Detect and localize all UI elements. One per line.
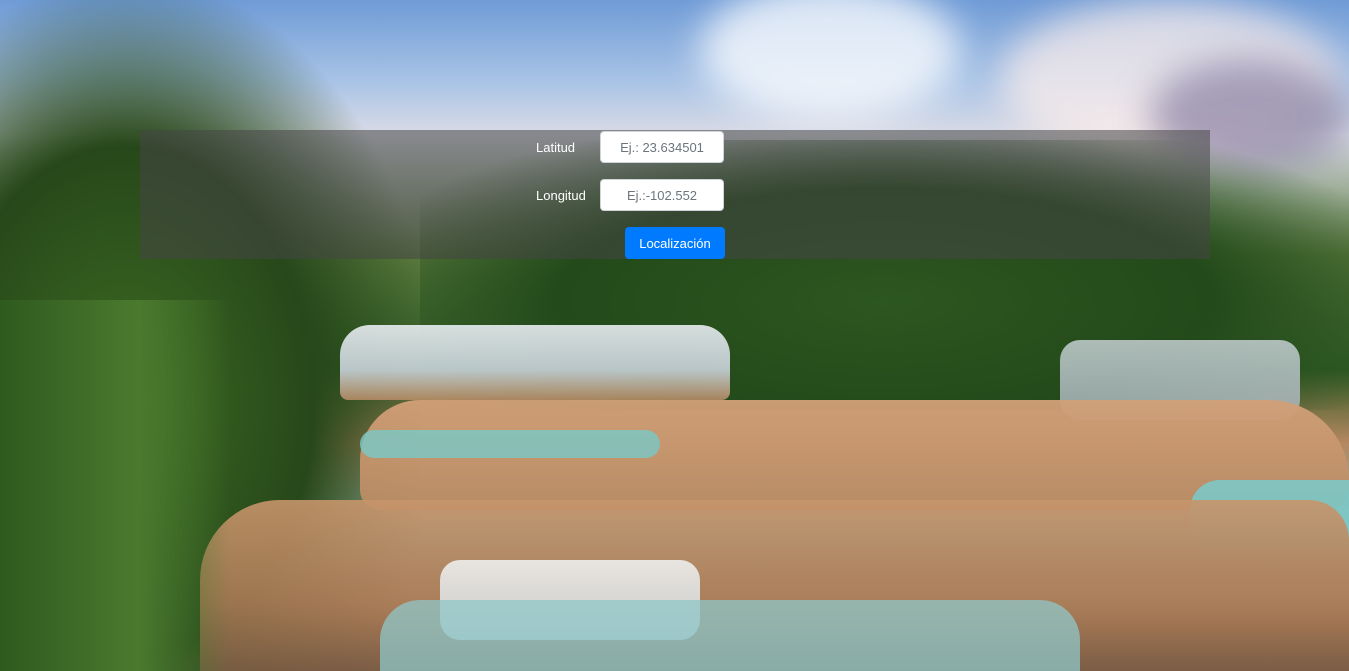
- waterfall-upper: [340, 325, 730, 400]
- latitude-label: Latitud: [536, 139, 576, 155]
- latitude-row: Latitud: [536, 131, 724, 163]
- turquoise-pool: [360, 430, 660, 458]
- latitude-input[interactable]: [600, 131, 724, 163]
- longitude-label: Longitud: [536, 187, 586, 203]
- page: Latitud Longitud Localización: [0, 0, 1349, 671]
- background-photo-waterfall: [0, 0, 1349, 671]
- localize-button[interactable]: Localización: [625, 227, 725, 259]
- longitude-row: Longitud: [536, 179, 724, 211]
- cloud-shape: [700, 0, 960, 120]
- turquoise-pool: [380, 600, 1080, 671]
- longitude-input[interactable]: [600, 179, 724, 211]
- grass-left: [0, 300, 230, 671]
